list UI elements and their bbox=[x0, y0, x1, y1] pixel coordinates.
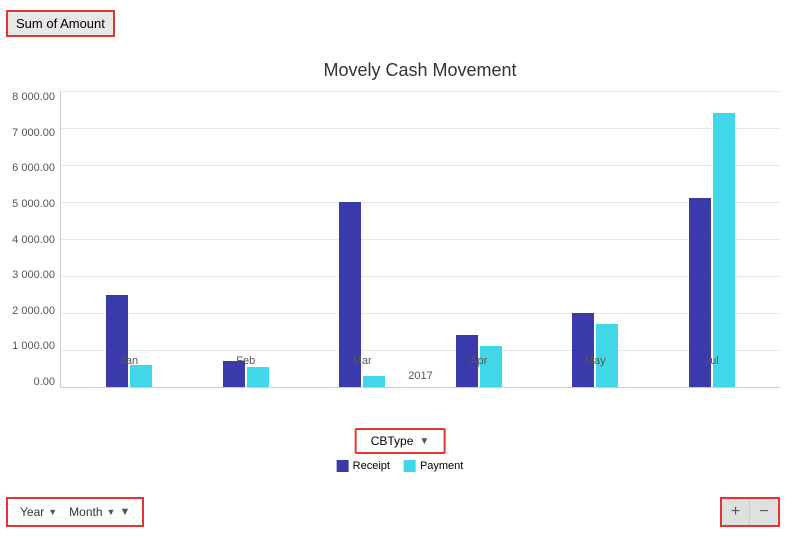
year-filter-label: Year bbox=[20, 505, 44, 519]
chart-container: Movely Cash Movement 8 000.007 000.006 0… bbox=[60, 60, 780, 427]
zoom-in-button[interactable]: + bbox=[722, 499, 750, 525]
x-axis-label: Jul bbox=[654, 355, 771, 367]
year-filter-button[interactable]: Year ▼ bbox=[16, 503, 61, 521]
month-filter-label: Month bbox=[69, 505, 102, 519]
x-axis-label: Jan bbox=[71, 355, 188, 367]
chart-area: 8 000.007 000.006 000.005 000.004 000.00… bbox=[60, 91, 780, 428]
payment-label: Payment bbox=[420, 460, 463, 472]
payment-bar[interactable] bbox=[713, 113, 735, 387]
plot-area: JanFebMarAprMayJul 2017 bbox=[60, 91, 780, 388]
zoom-out-button[interactable]: − bbox=[750, 499, 778, 525]
legend-payment: Payment bbox=[404, 460, 463, 472]
legend: Receipt Payment bbox=[337, 460, 464, 472]
receipt-color-swatch bbox=[337, 460, 349, 472]
receipt-label: Receipt bbox=[353, 460, 390, 472]
chart-title: Movely Cash Movement bbox=[60, 60, 780, 81]
y-axis-label: 1 000.00 bbox=[12, 340, 55, 352]
bottom-bar: Year ▼ Month ▼ ▼ + − bbox=[6, 497, 780, 527]
y-axis-label: 8 000.00 bbox=[12, 91, 55, 103]
payment-color-swatch bbox=[404, 460, 416, 472]
bars-container bbox=[61, 91, 780, 387]
x-axis-label: Feb bbox=[188, 355, 305, 367]
x-axis-label: Apr bbox=[421, 355, 538, 367]
cbtype-arrow: ▼ bbox=[419, 436, 429, 447]
bar-group bbox=[304, 91, 421, 387]
bar-group bbox=[537, 91, 654, 387]
bar-group bbox=[421, 91, 538, 387]
legend-receipt: Receipt bbox=[337, 460, 390, 472]
zoom-controls: + − bbox=[720, 497, 780, 527]
year-arrow: ▼ bbox=[48, 507, 57, 517]
y-axis-label: 7 000.00 bbox=[12, 127, 55, 139]
x-axis-label: Mar bbox=[304, 355, 421, 367]
bar-group bbox=[71, 91, 188, 387]
y-axis-label: 4 000.00 bbox=[12, 234, 55, 246]
x-axis: JanFebMarAprMayJul bbox=[61, 355, 780, 367]
y-axis-label: 2 000.00 bbox=[12, 305, 55, 317]
cbtype-container: CBType ▼ Receipt Payment bbox=[337, 428, 464, 472]
y-axis-label: 0.00 bbox=[34, 376, 55, 388]
x-axis-label: May bbox=[537, 355, 654, 367]
funnel-icon: ▼ bbox=[119, 506, 130, 518]
month-arrow: ▼ bbox=[107, 507, 116, 517]
cbtype-label: CBType bbox=[371, 434, 414, 448]
month-filter-button[interactable]: Month ▼ ▼ bbox=[65, 503, 134, 521]
year-label: 2017 bbox=[61, 370, 780, 382]
y-axis-label: 6 000.00 bbox=[12, 162, 55, 174]
cbtype-button[interactable]: CBType ▼ bbox=[355, 428, 446, 454]
y-axis-label: 3 000.00 bbox=[12, 269, 55, 281]
y-axis: 8 000.00 7 000.00 6 000.00 5 000.00 4 000.00… bbox=[5, 91, 60, 388]
bar-group bbox=[654, 91, 771, 387]
sum-of-amount-button[interactable]: Sum of Amount bbox=[6, 10, 115, 37]
y-axis-label: 5 000.00 bbox=[12, 198, 55, 210]
time-filters: Year ▼ Month ▼ ▼ bbox=[6, 497, 144, 527]
bar-group bbox=[188, 91, 305, 387]
